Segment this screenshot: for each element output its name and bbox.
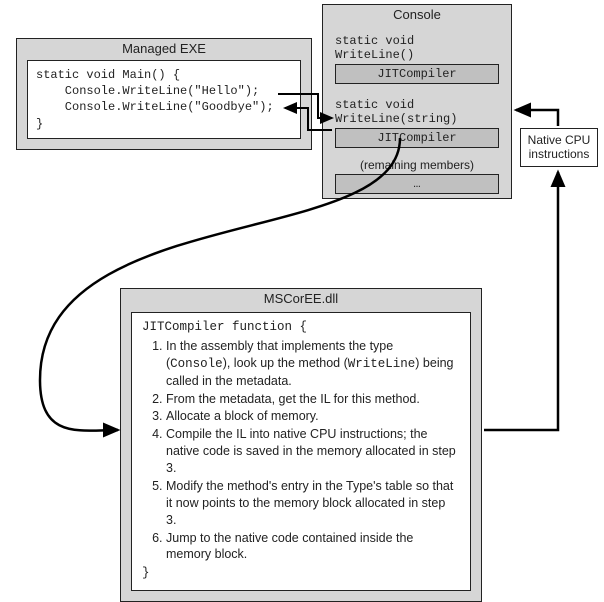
- native-cpu-line2: instructions: [527, 147, 591, 161]
- console-method2-label: static void WriteLine(string): [335, 98, 499, 126]
- mscoree-title: MSCorEE.dll: [121, 289, 481, 310]
- console-remaining-label: (remaining members): [335, 158, 499, 172]
- console-method1-slot: JITCompiler: [335, 64, 499, 84]
- native-cpu-line1: Native CPU: [527, 133, 591, 147]
- jit-step: Compile the IL into native CPU instructi…: [166, 426, 460, 477]
- console-method1-label: static void WriteLine(): [335, 34, 499, 62]
- console-method2-slot: JITCompiler: [335, 128, 499, 148]
- console-remaining-slot: …: [335, 174, 499, 194]
- managed-exe-code: static void Main() { Console.WriteLine("…: [27, 60, 301, 139]
- jit-step: Jump to the native code contained inside…: [166, 530, 460, 564]
- arrow-mscoree-to-native: [484, 172, 558, 430]
- jit-func-close: }: [142, 565, 460, 582]
- jit-step: From the metadata, get the IL for this m…: [166, 391, 460, 408]
- jit-step: In the assembly that implements the type…: [166, 338, 460, 390]
- console-box: Console static void WriteLine() JITCompi…: [322, 4, 512, 199]
- native-cpu-box: Native CPU instructions: [520, 128, 598, 167]
- console-title: Console: [323, 5, 511, 26]
- jit-step: Allocate a block of memory.: [166, 408, 460, 425]
- mscoree-box: MSCorEE.dll JITCompiler function { In th…: [120, 288, 482, 602]
- jit-steps-list: In the assembly that implements the type…: [166, 338, 460, 563]
- managed-exe-box: Managed EXE static void Main() { Console…: [16, 38, 312, 150]
- jit-func-open: JITCompiler function {: [142, 319, 460, 336]
- managed-exe-title: Managed EXE: [17, 39, 311, 60]
- arrow-native-to-slot: [516, 110, 558, 126]
- mscoree-content: JITCompiler function { In the assembly t…: [131, 312, 471, 591]
- jit-step: Modify the method's entry in the Type's …: [166, 478, 460, 529]
